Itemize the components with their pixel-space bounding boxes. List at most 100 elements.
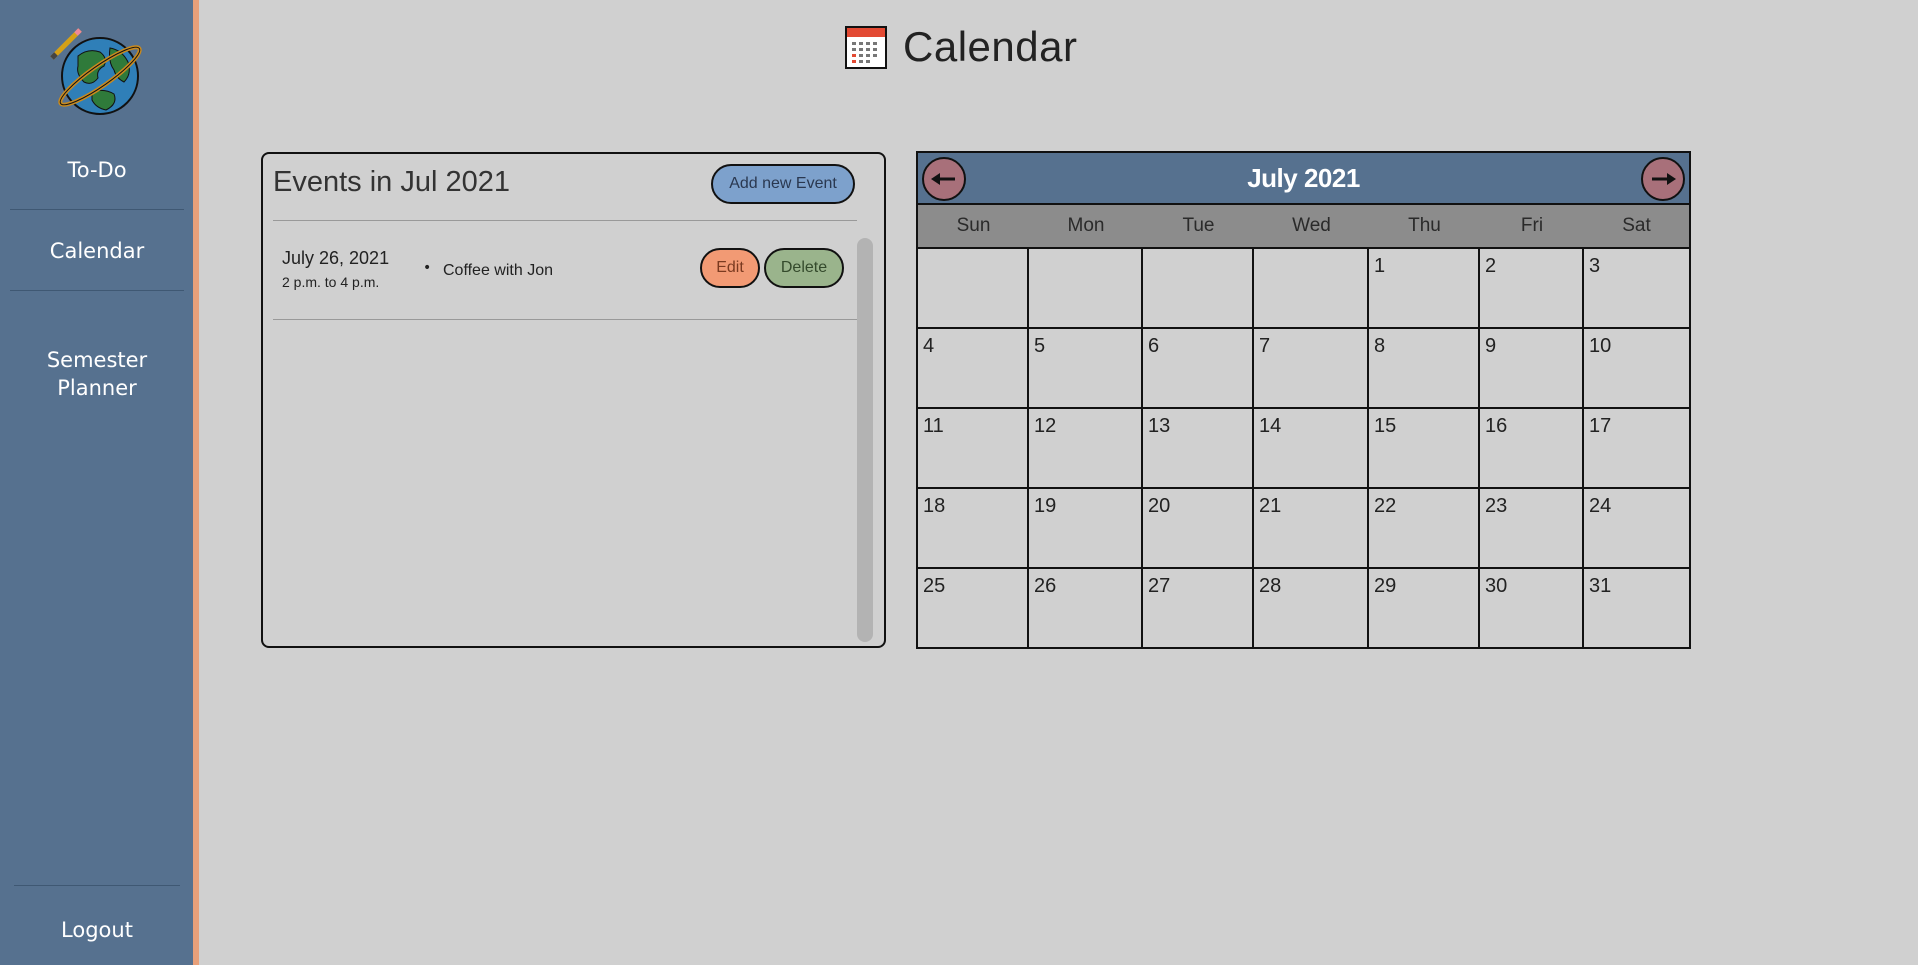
weekday-label: Tue [1182,215,1215,236]
day-number: 8 [1374,335,1386,357]
sidebar-item-semester-planner[interactable]: Semester Planner [10,318,184,402]
calendar-day-cell[interactable]: 23 [1480,489,1584,569]
day-number: 19 [1034,495,1057,517]
calendar-day-cell[interactable]: 26 [1029,569,1143,647]
calendar-day-cell[interactable]: 2 [1480,249,1584,329]
calendar-day-cell[interactable]: 17 [1584,409,1689,489]
weekday-label: Thu [1408,215,1441,236]
calendar-day-cell[interactable]: 6 [1143,329,1254,409]
day-number: 18 [923,495,946,517]
delete-event-button[interactable]: Delete [764,248,844,288]
day-number: 30 [1485,575,1508,597]
calendar-day-cell[interactable]: 15 [1369,409,1480,489]
calendar-day-cell[interactable]: 20 [1143,489,1254,569]
calendar-grid: 1 2 3 4 5 6 7 8 9 10 11 12 13 14 15 16 17 18 19 20 21 22 23 24 2… [918,249,1689,647]
day-number: 9 [1485,335,1497,357]
calendar-day-cell[interactable]: 1 [1369,249,1480,329]
nav-divider [14,885,180,886]
day-number: 29 [1374,575,1397,597]
weekday-label: Fri [1520,215,1544,236]
calendar-day-cell[interactable]: 31 [1584,569,1689,647]
weekday-header-row: Sun Mon Tue Wed Thu Fri Sat [918,205,1689,249]
day-number: 27 [1148,575,1171,597]
sidebar-item-todo[interactable]: To-Do [10,156,184,184]
day-number: 6 [1148,335,1160,357]
page-title: Calendar [903,23,1078,70]
nav-divider [10,209,184,210]
calendar-day-cell[interactable]: 22 [1369,489,1480,569]
calendar-day-cell[interactable]: 18 [918,489,1029,569]
weekday-label: Wed [1292,215,1331,236]
arrow-right-icon [1652,173,1676,185]
calendar-header: July 2021 [918,153,1689,205]
calendar-month-label: July 2021 [1247,163,1360,193]
day-number: 26 [1034,575,1057,597]
month-calendar: July 2021 Sun Mon Tue Wed Thu Fri Sat 12345678… [916,151,1691,649]
day-number: 16 [1485,415,1508,437]
sidebar-item-label: Calendar [49,239,145,263]
day-number: 4 [923,335,935,357]
day-number: 28 [1259,575,1282,597]
calendar-day-cell[interactable]: 8 [1369,329,1480,409]
calendar-day-cell[interactable]: 10 [1584,329,1689,409]
bullet-icon: • [423,260,432,276]
logout-button[interactable]: Logout [10,916,184,944]
page-header: Calendar [845,22,1077,72]
calendar-day-cell[interactable]: 16 [1480,409,1584,489]
day-number: 10 [1589,335,1612,357]
calendar-day-cell[interactable]: 3 [1584,249,1689,329]
calendar-day-cell[interactable]: 30 [1480,569,1584,647]
day-number: 2 [1485,255,1497,277]
day-number: 23 [1485,495,1508,517]
calendar-day-cell[interactable]: 28 [1254,569,1369,647]
day-number: 11 [923,415,944,437]
day-number: 17 [1589,415,1612,437]
calendar-day-cell[interactable]: 5 [1029,329,1143,409]
edit-event-button[interactable]: Edit [700,248,760,288]
calendar-day-cell[interactable] [918,249,1029,329]
calendar-icon [845,25,887,69]
event-date: July 26, 2021 [282,248,390,268]
calendar-day-cell[interactable]: 21 [1254,489,1369,569]
calendar-day-cell[interactable] [1254,249,1369,329]
events-scrollbar[interactable] [857,238,873,642]
sidebar: To-Do Calendar Semester Planner Logout [0,0,193,965]
calendar-day-cell[interactable]: 14 [1254,409,1369,489]
sidebar-item-calendar[interactable]: Calendar [10,237,184,265]
calendar-day-cell[interactable]: 7 [1254,329,1369,409]
logout-label: Logout [61,918,133,942]
day-number: 5 [1034,335,1046,357]
calendar-day-cell[interactable]: 25 [918,569,1029,647]
calendar-day-cell[interactable]: 9 [1480,329,1584,409]
add-event-button[interactable]: Add new Event [711,164,855,204]
day-number: 31 [1589,575,1612,597]
event-time: 2 p.m. to 4 p.m. [282,274,380,290]
weekday-label: Sun [956,215,991,236]
day-number: 21 [1259,495,1282,517]
next-month-button[interactable] [1641,157,1685,201]
calendar-day-cell[interactable]: 13 [1143,409,1254,489]
event-title: Coffee with Jon [443,262,553,279]
calendar-day-cell[interactable]: 24 [1584,489,1689,569]
calendar-day-cell[interactable]: 27 [1143,569,1254,647]
weekday-label: Mon [1067,215,1105,236]
day-number: 13 [1148,415,1171,437]
calendar-day-cell[interactable]: 11 [918,409,1029,489]
calendar-day-cell[interactable]: 12 [1029,409,1143,489]
calendar-day-cell[interactable]: 29 [1369,569,1480,647]
day-number: 20 [1148,495,1171,517]
day-number: 1 [1374,255,1386,277]
calendar-day-cell[interactable]: 19 [1029,489,1143,569]
nav-divider [10,290,184,291]
events-header: Events in Jul 2021 [273,166,510,198]
arrow-left-icon [931,173,955,185]
globe-logo-icon[interactable] [48,26,148,116]
prev-month-button[interactable] [922,157,966,201]
calendar-day-cell[interactable] [1029,249,1143,329]
event-row: July 26, 2021 2 p.m. to 4 p.m. • Coffee … [273,236,857,320]
day-number: 15 [1374,415,1397,437]
day-number: 22 [1374,495,1397,517]
calendar-day-cell[interactable]: 4 [918,329,1029,409]
calendar-day-cell[interactable] [1143,249,1254,329]
day-number: 3 [1589,255,1601,277]
